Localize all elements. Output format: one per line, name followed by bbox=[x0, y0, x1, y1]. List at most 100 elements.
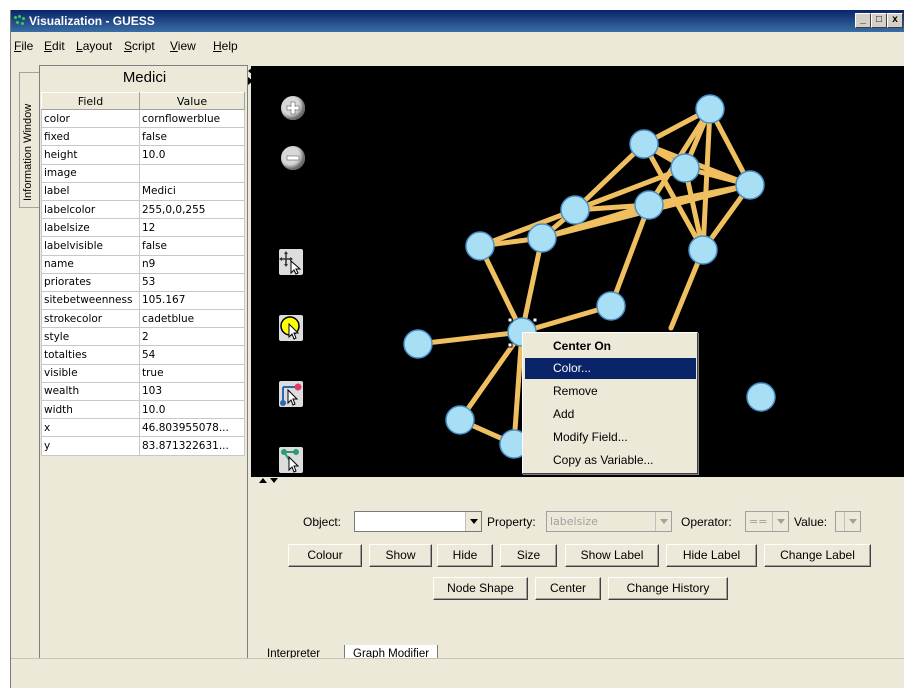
select-tool-icon[interactable] bbox=[279, 315, 303, 341]
table-row[interactable]: labelvisible false bbox=[41, 236, 245, 256]
menu-layout[interactable]: Layout bbox=[76, 39, 112, 53]
minimize-button[interactable]: _ bbox=[855, 13, 871, 28]
table-row[interactable]: labelsize 12 bbox=[41, 218, 245, 238]
object-select[interactable] bbox=[354, 511, 482, 532]
table-row[interactable]: height 10.0 bbox=[41, 145, 245, 165]
context-menu-center-on[interactable]: Center On bbox=[525, 336, 696, 357]
value-cell[interactable]: 10.0 bbox=[139, 145, 245, 165]
graph-node[interactable] bbox=[695, 94, 725, 124]
value-cell[interactable]: 103 bbox=[139, 381, 245, 402]
graph-node[interactable] bbox=[629, 129, 659, 159]
show-label-button[interactable]: Show Label bbox=[565, 544, 659, 567]
graph-node[interactable] bbox=[445, 405, 475, 435]
field-cell[interactable]: style bbox=[41, 327, 140, 347]
table-row[interactable]: width 10.0 bbox=[41, 399, 245, 420]
field-cell[interactable]: fixed bbox=[41, 127, 140, 147]
property-select[interactable]: labelsize bbox=[546, 511, 672, 532]
context-menu-remove[interactable]: Remove bbox=[525, 381, 696, 402]
table-row[interactable]: image bbox=[41, 163, 245, 183]
menu-view[interactable]: View bbox=[170, 39, 196, 53]
hide-button[interactable]: Hide bbox=[437, 544, 493, 567]
table-row[interactable]: y 83.871322631... bbox=[41, 436, 245, 456]
chevron-down-icon[interactable] bbox=[844, 512, 860, 531]
menu-script[interactable]: Script bbox=[124, 39, 155, 53]
chevron-down-icon[interactable] bbox=[465, 512, 481, 531]
value-cell[interactable]: 53 bbox=[139, 272, 245, 292]
value-cell[interactable]: 2 bbox=[139, 327, 245, 347]
change-history-button[interactable]: Change History bbox=[608, 577, 728, 600]
field-cell[interactable]: visible bbox=[41, 363, 140, 383]
close-button[interactable]: x bbox=[887, 13, 903, 28]
graph-node[interactable] bbox=[746, 382, 776, 412]
table-row[interactable]: strokecolor cadetblue bbox=[41, 309, 245, 329]
field-cell[interactable]: wealth bbox=[41, 381, 140, 402]
table-row[interactable]: wealth 103 bbox=[41, 381, 245, 402]
graph-node[interactable] bbox=[670, 153, 700, 183]
field-cell[interactable]: height bbox=[41, 145, 140, 165]
node-drag-tool-icon[interactable] bbox=[279, 447, 303, 473]
field-cell[interactable]: name bbox=[41, 254, 140, 274]
value-cell[interactable]: 105.167 bbox=[139, 290, 245, 311]
table-row[interactable]: style 2 bbox=[41, 327, 245, 347]
chevron-down-icon[interactable] bbox=[655, 512, 671, 531]
size-button[interactable]: Size bbox=[500, 544, 557, 567]
menu-edit[interactable]: Edit bbox=[44, 39, 65, 53]
table-row[interactable]: fixed false bbox=[41, 127, 245, 147]
field-cell[interactable]: width bbox=[41, 399, 140, 420]
table-row[interactable]: totalties 54 bbox=[41, 345, 245, 365]
value-cell[interactable]: 46.803955078... bbox=[139, 418, 245, 438]
value-cell[interactable]: 12 bbox=[139, 218, 245, 238]
context-menu-copy-as-variable[interactable]: Copy as Variable... bbox=[525, 450, 696, 471]
menu-help[interactable]: Help bbox=[213, 39, 238, 53]
field-column-header[interactable]: Field bbox=[41, 92, 140, 110]
graph-node[interactable] bbox=[403, 329, 433, 359]
value-cell[interactable]: 255,0,0,255 bbox=[139, 199, 245, 220]
table-row[interactable]: name n9 bbox=[41, 254, 245, 274]
graph-node[interactable] bbox=[735, 170, 765, 200]
show-button[interactable]: Show bbox=[369, 544, 432, 567]
horizontal-splitter[interactable] bbox=[251, 477, 904, 485]
menu-file[interactable]: File bbox=[14, 39, 33, 53]
value-cell[interactable]: true bbox=[139, 363, 245, 383]
context-menu-modify-field[interactable]: Modify Field... bbox=[525, 427, 696, 448]
value-cell[interactable]: n9 bbox=[139, 254, 245, 274]
table-row[interactable]: priorates 53 bbox=[41, 272, 245, 292]
edge-tool-icon[interactable] bbox=[279, 381, 303, 407]
field-cell[interactable]: labelcolor bbox=[41, 199, 140, 220]
graph-node[interactable] bbox=[527, 223, 557, 253]
field-cell[interactable]: image bbox=[41, 163, 140, 183]
value-cell[interactable]: 54 bbox=[139, 345, 245, 365]
field-cell[interactable]: label bbox=[41, 181, 140, 201]
maximize-button[interactable]: □ bbox=[871, 13, 887, 28]
context-menu-add[interactable]: Add bbox=[525, 404, 696, 425]
field-cell[interactable]: labelsize bbox=[41, 218, 140, 238]
table-row[interactable]: labelcolor 255,0,0,255 bbox=[41, 199, 245, 220]
title-bar[interactable]: Visualization - GUESS _ □ x bbox=[11, 10, 904, 32]
value-cell[interactable]: 83.871322631... bbox=[139, 436, 245, 456]
field-cell[interactable]: y bbox=[41, 436, 140, 456]
colour-button[interactable]: Colour bbox=[288, 544, 362, 567]
field-cell[interactable]: totalties bbox=[41, 345, 140, 365]
table-row[interactable]: x 46.803955078... bbox=[41, 418, 245, 438]
value-cell[interactable] bbox=[139, 163, 245, 183]
table-row[interactable]: color cornflowerblue bbox=[41, 108, 245, 129]
value-cell[interactable]: 10.0 bbox=[139, 399, 245, 420]
graph-node[interactable] bbox=[688, 235, 718, 265]
field-cell[interactable]: labelvisible bbox=[41, 236, 140, 256]
zoom-in-icon[interactable] bbox=[281, 96, 305, 120]
field-cell[interactable]: sitebetweenness bbox=[41, 290, 140, 311]
graph-node[interactable] bbox=[596, 291, 626, 321]
center-button[interactable]: Center bbox=[535, 577, 601, 600]
chevron-down-icon[interactable] bbox=[772, 512, 788, 531]
value-cell[interactable]: Medici bbox=[139, 181, 245, 201]
node-shape-button[interactable]: Node Shape bbox=[433, 577, 528, 600]
field-cell[interactable]: x bbox=[41, 418, 140, 438]
value-column-header[interactable]: Value bbox=[139, 92, 245, 110]
table-row[interactable]: sitebetweenness 105.167 bbox=[41, 290, 245, 311]
table-row[interactable]: label Medici bbox=[41, 181, 245, 201]
value-cell[interactable]: false bbox=[139, 127, 245, 147]
graph-node[interactable] bbox=[634, 190, 664, 220]
operator-select[interactable]: == bbox=[745, 511, 789, 532]
value-cell[interactable]: false bbox=[139, 236, 245, 256]
move-tool-icon[interactable] bbox=[279, 249, 303, 275]
